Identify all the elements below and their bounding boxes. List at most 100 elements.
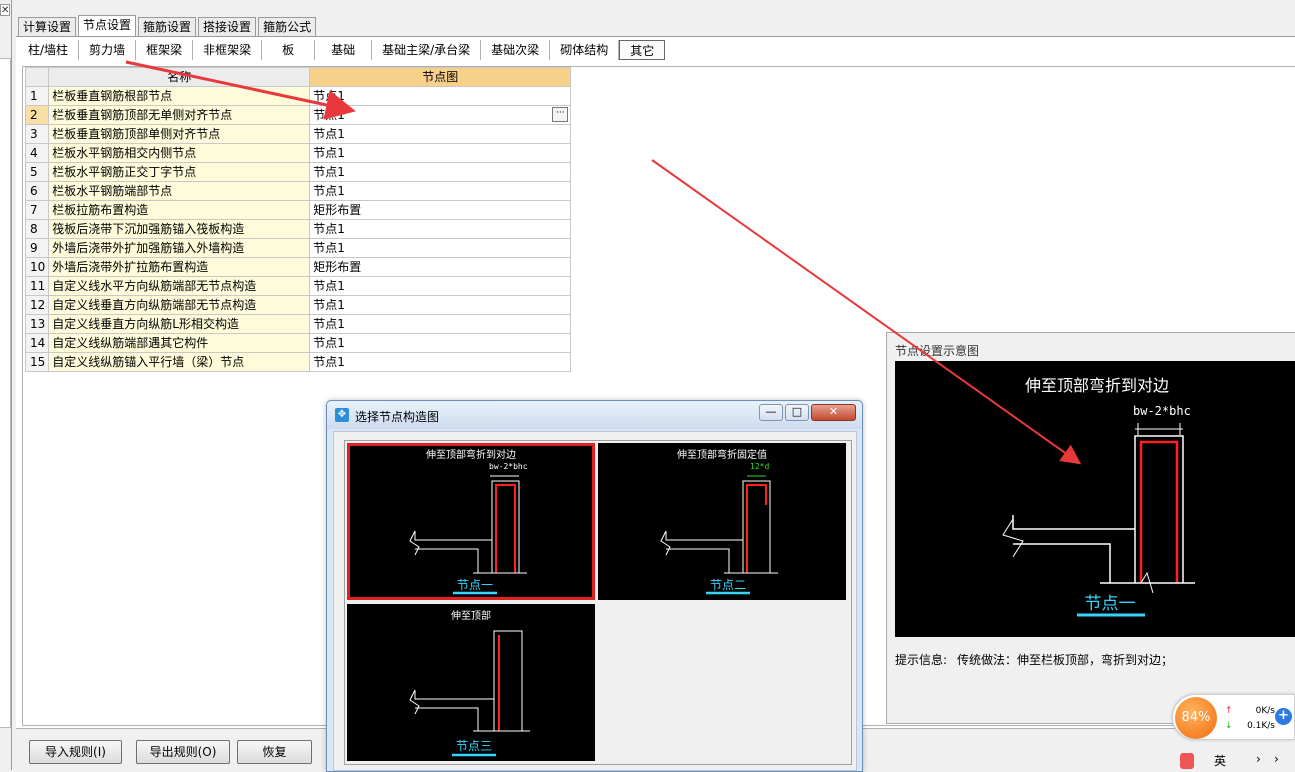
row-name[interactable]: 自定义线垂直方向纵筋端部无节点构造: [48, 295, 311, 315]
row-node-pic[interactable]: 节点1: [309, 162, 572, 182]
table-row[interactable]: 2 栏板垂直钢筋顶部无单侧对齐节点 节点1 ···: [24, 105, 572, 125]
memory-usage-ball[interactable]: 84%: [1175, 697, 1217, 739]
row-name[interactable]: 栏板垂直钢筋根部节点: [48, 86, 311, 106]
row-index[interactable]: 10: [24, 257, 50, 277]
row-node-pic[interactable]: 节点1: [309, 124, 572, 144]
plus-icon[interactable]: +: [1275, 708, 1292, 725]
table-row[interactable]: 11 自定义线水平方向纵筋端部无节点构造 节点1: [24, 276, 572, 296]
tab-lap-settings[interactable]: 搭接设置: [198, 17, 257, 36]
row-node-pic[interactable]: 节点1: [309, 352, 572, 372]
row-name[interactable]: 自定义线水平方向纵筋端部无节点构造: [48, 276, 311, 296]
import-rules-button[interactable]: 导入规则(I): [29, 740, 122, 764]
table-row[interactable]: 1 栏板垂直钢筋根部节点 节点1: [24, 86, 572, 106]
table-header-row: 名称 节点图: [24, 67, 572, 87]
row-node-pic[interactable]: 节点1: [309, 86, 572, 106]
row-index[interactable]: 7: [24, 200, 50, 220]
ellipsis-button[interactable]: ···: [552, 107, 569, 122]
row-name[interactable]: 筏板后浇带下沉加强筋锚入筏板构造: [48, 219, 311, 239]
row-name[interactable]: 栏板水平钢筋端部节点: [48, 181, 311, 201]
maximize-button[interactable]: □: [785, 404, 809, 421]
row-node-pic[interactable]: 节点1: [309, 238, 572, 258]
tab-stirrup-settings[interactable]: 箍筋设置: [138, 17, 197, 36]
subtab-frame-beam[interactable]: 框架梁: [136, 40, 194, 60]
row-index[interactable]: 4: [24, 143, 50, 163]
row-index[interactable]: 1: [24, 86, 50, 106]
row-name[interactable]: 栏板垂直钢筋顶部单侧对齐节点: [48, 124, 311, 144]
subtab-masonry[interactable]: 砌体结构: [550, 40, 620, 60]
row-name[interactable]: 自定义线垂直方向纵筋L形相交构造: [48, 314, 311, 334]
subtab-foundation-main-beam[interactable]: 基础主梁/承台梁: [372, 40, 482, 60]
row-node-pic[interactable]: 矩形布置: [309, 257, 572, 277]
table-row[interactable]: 10 外墙后浇带外扩拉筋布置构造 矩形布置: [24, 257, 572, 277]
node-option-2[interactable]: 伸至顶部弯折固定值 12*d 节点二: [598, 443, 846, 600]
close-button[interactable]: ✕: [811, 404, 856, 421]
close-icon[interactable]: ✕: [0, 4, 10, 16]
table-row[interactable]: 12 自定义线垂直方向纵筋端部无节点构造 节点1: [24, 295, 572, 315]
row-index[interactable]: 8: [24, 219, 50, 239]
minimize-button[interactable]: —: [759, 404, 783, 421]
row-index[interactable]: 3: [24, 124, 50, 144]
node-option-1[interactable]: 伸至顶部弯折到对边 bw-2*bhc 节点一: [347, 443, 595, 600]
row-node-pic[interactable]: 矩形布置: [309, 200, 572, 220]
node-option-3[interactable]: 伸至顶部 节点三: [347, 604, 595, 761]
subtab-non-frame-beam[interactable]: 非框架梁: [193, 40, 263, 60]
row-index[interactable]: 15: [24, 352, 50, 372]
row-index[interactable]: 6: [24, 181, 50, 201]
row-index[interactable]: 5: [24, 162, 50, 182]
subtab-foundation-secondary-beam[interactable]: 基础次梁: [481, 40, 551, 60]
table-row[interactable]: 9 外墙后浇带外扩加强筋锚入外墙构造 节点1: [24, 238, 572, 258]
row-name[interactable]: 栏板水平钢筋相交内侧节点: [48, 143, 311, 163]
row-node-pic[interactable]: 节点1: [309, 295, 572, 315]
hint-text: 传统做法：伸至栏板顶部，弯折到对边；: [957, 653, 1174, 667]
row-node-pic[interactable]: 节点1: [309, 276, 572, 296]
column-header-name[interactable]: 名称: [48, 67, 311, 87]
row-name[interactable]: 自定义线纵筋端部遇其它构件: [48, 333, 311, 353]
preview-diagram: 伸至顶部弯折到对边 bw-2*bhc 节点一: [895, 361, 1295, 637]
subtab-slab[interactable]: 板: [262, 40, 316, 60]
subtab-other[interactable]: 其它: [619, 40, 666, 60]
row-index[interactable]: 11: [24, 276, 50, 296]
table-row[interactable]: 6 栏板水平钢筋端部节点 节点1: [24, 181, 572, 201]
row-node-pic[interactable]: 节点1: [309, 181, 572, 201]
subtab-shear-wall[interactable]: 剪力墙: [79, 40, 137, 60]
row-index[interactable]: 14: [24, 333, 50, 353]
column-header-node-pic[interactable]: 节点图: [309, 67, 572, 87]
row-node-pic[interactable]: 节点1: [309, 219, 572, 239]
row-node-pic[interactable]: 节点1 ···: [309, 105, 572, 125]
row-node-pic[interactable]: 节点1: [309, 333, 572, 353]
row-name[interactable]: 栏板拉筋布置构造: [48, 200, 311, 220]
table-row[interactable]: 13 自定义线垂直方向纵筋L形相交构造 节点1: [24, 314, 572, 334]
row-index[interactable]: 12: [24, 295, 50, 315]
export-rules-button[interactable]: 导出规则(O): [136, 740, 230, 764]
ime-indicator[interactable]: 英: [1214, 752, 1226, 769]
table-row[interactable]: 4 栏板水平钢筋相交内侧节点 节点1: [24, 143, 572, 163]
row-index[interactable]: 9: [24, 238, 50, 258]
row-name[interactable]: 自定义线纵筋锚入平行墙（梁）节点: [48, 352, 311, 372]
table-row[interactable]: 15 自定义线纵筋锚入平行墙（梁）节点 节点1: [24, 352, 572, 372]
restore-button[interactable]: 恢复: [237, 740, 312, 764]
tab-calc-settings[interactable]: 计算设置: [18, 17, 77, 36]
row-name[interactable]: 栏板垂直钢筋顶部无单侧对齐节点: [48, 105, 311, 125]
table-row[interactable]: 14 自定义线纵筋端部遇其它构件 节点1: [24, 333, 572, 353]
row-node-pic[interactable]: 节点1: [309, 314, 572, 334]
row-name[interactable]: 外墙后浇带外扩加强筋锚入外墙构造: [48, 238, 311, 258]
row-name[interactable]: 栏板水平钢筋正交丁字节点: [48, 162, 311, 182]
subtab-foundation[interactable]: 基础: [315, 40, 373, 60]
row-node-pic[interactable]: 节点1: [309, 143, 572, 163]
subtab-column[interactable]: 柱/墙柱: [18, 40, 80, 60]
table-row[interactable]: 7 栏板拉筋布置构造 矩形布置: [24, 200, 572, 220]
table-row[interactable]: 3 栏板垂直钢筋顶部单侧对齐节点 节点1: [24, 124, 572, 144]
network-speed-widget[interactable]: 84% ↑ 0K/s ↓ 0.1K/s +: [1172, 694, 1295, 740]
dialog-titlebar[interactable]: ✥ 选择节点构造图 — □ ✕: [327, 401, 862, 429]
tab-stirrup-formula[interactable]: 箍筋公式: [258, 17, 317, 36]
node-option-label: 节点二: [710, 578, 746, 592]
tray-app-icon[interactable]: [1180, 753, 1194, 769]
tab-node-settings[interactable]: 节点设置: [78, 15, 137, 36]
row-index[interactable]: 13: [24, 314, 50, 334]
row-index[interactable]: 2: [24, 105, 50, 125]
row-name[interactable]: 外墙后浇带外扩拉筋布置构造: [48, 257, 311, 277]
tray-chevron-icon[interactable]: ›: [1256, 752, 1261, 766]
tray-arrow-icon[interactable]: ›: [1274, 752, 1279, 766]
table-row[interactable]: 5 栏板水平钢筋正交丁字节点 节点1: [24, 162, 572, 182]
table-row[interactable]: 8 筏板后浇带下沉加强筋锚入筏板构造 节点1: [24, 219, 572, 239]
